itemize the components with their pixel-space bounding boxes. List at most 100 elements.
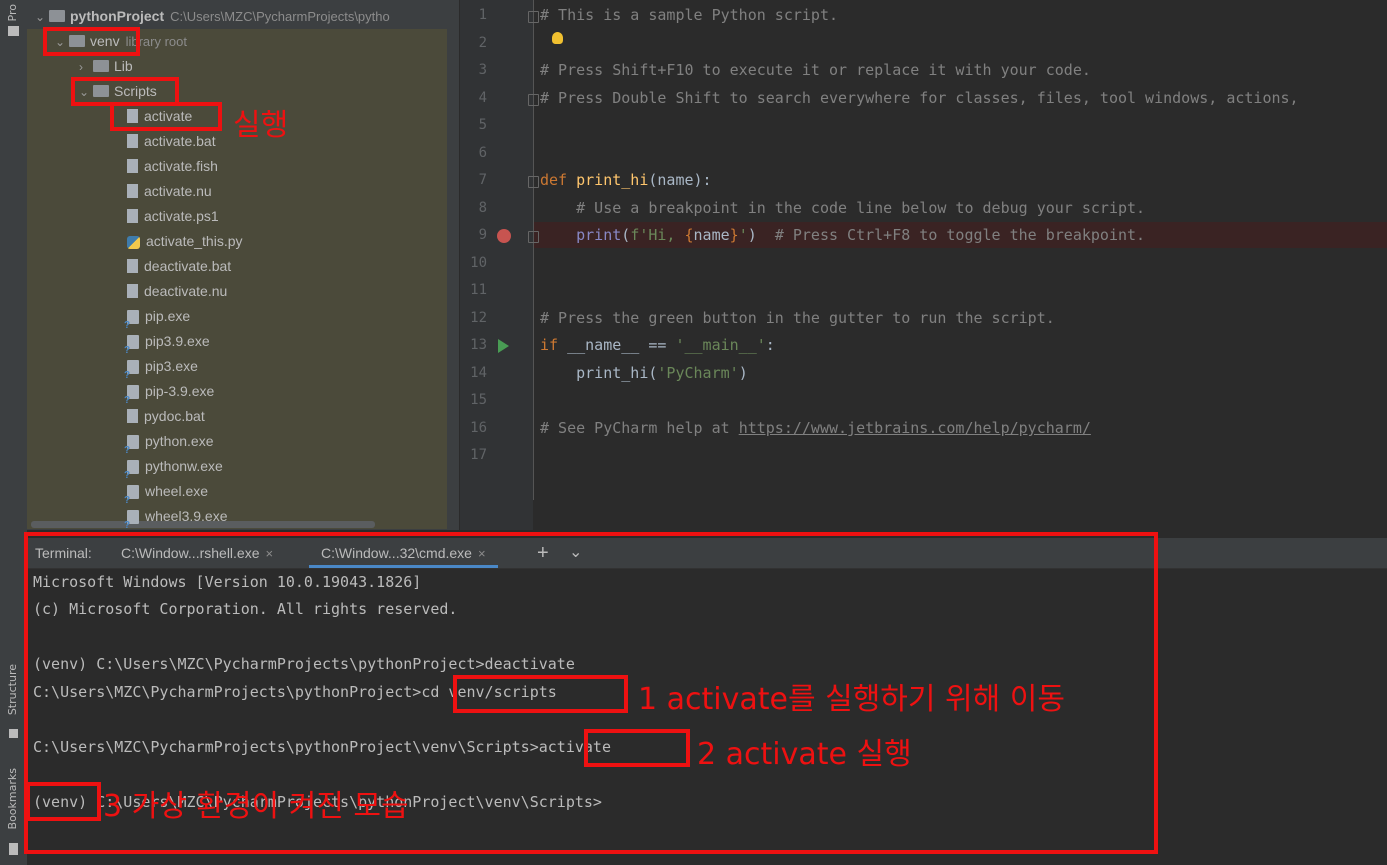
- bookmarks-tool-tab[interactable]: Bookmarks: [6, 768, 19, 829]
- file-label: activate.ps1: [144, 208, 219, 224]
- fold-marker-icon[interactable]: [528, 94, 539, 106]
- gutter-divider: [533, 0, 534, 500]
- fold-marker-icon[interactable]: [528, 231, 539, 243]
- lightbulb-icon[interactable]: [552, 32, 563, 44]
- text-file-icon: [127, 159, 138, 174]
- comment: # See PyCharm help at: [540, 419, 739, 437]
- unknown-file-icon: [124, 385, 139, 413]
- code-text: (: [621, 226, 631, 244]
- fold-marker-icon[interactable]: [528, 176, 539, 188]
- code-line-16: # See PyCharm help at https://www.jetbra…: [540, 419, 1091, 443]
- string: f'Hi,: [630, 226, 685, 244]
- annotation-run: 실행: [233, 108, 289, 143]
- unknown-file-icon: [124, 485, 139, 513]
- tree-file[interactable]: pythonw.exe: [124, 454, 223, 488]
- file-label: pydoc.bat: [144, 408, 205, 424]
- line-number: 12: [470, 310, 487, 326]
- code-line-8: # Use a breakpoint in the code line belo…: [540, 199, 1146, 217]
- code-line-3: # Press Shift+F10 to execute it or repla…: [540, 61, 1091, 79]
- tree-file[interactable]: pydoc.bat: [127, 404, 205, 429]
- string: 'PyCharm': [657, 364, 739, 382]
- file-label: wheel3.9.exe: [145, 508, 228, 524]
- tree-file[interactable]: activate_this.py: [127, 229, 243, 254]
- line-number: 1: [478, 7, 487, 23]
- builtin: print: [576, 226, 622, 244]
- code-text: ): [747, 226, 775, 244]
- tree-file[interactable]: wheel.exe: [124, 479, 209, 513]
- annotation-box-activate-cmd: [584, 729, 690, 767]
- line-number: 16: [470, 420, 487, 436]
- line-number: 14: [470, 365, 487, 381]
- code-line-4: # Press Double Shift to search everywher…: [540, 89, 1299, 107]
- annotation-box-venv: [43, 27, 140, 56]
- tree-file[interactable]: activate.ps1: [127, 204, 219, 229]
- tree-file[interactable]: pip.exe: [124, 304, 190, 338]
- code-editor[interactable]: 1 2 3 4 5 6 7 8 9 10 11 12 13 14 15 16 1…: [460, 0, 1387, 530]
- tree-file[interactable]: pip-3.9.exe: [124, 379, 215, 413]
- line-number: 13: [470, 337, 487, 353]
- tree-file[interactable]: deactivate.bat: [127, 254, 231, 279]
- tree-file[interactable]: wheel3.9.exe: [124, 504, 228, 530]
- annotation-box-venv-prompt: [26, 782, 101, 821]
- bookmark-icon[interactable]: [9, 843, 18, 855]
- code-text: }: [729, 226, 739, 244]
- breakpoint-icon[interactable]: [497, 229, 511, 243]
- code-line-9: print(f'Hi, {name}') # Press Ctrl+F8 to …: [540, 226, 1145, 250]
- line-number: 9: [478, 227, 487, 243]
- code-text: print_hi(: [540, 364, 658, 382]
- comment: # Press Ctrl+F8 to toggle the breakpoint…: [774, 226, 1146, 244]
- text-file-icon: [127, 209, 138, 224]
- tree-file[interactable]: activate.bat: [127, 129, 216, 154]
- tree-file[interactable]: deactivate.nu: [127, 279, 227, 304]
- structure-icon[interactable]: [9, 729, 18, 738]
- tree-file[interactable]: python.exe: [124, 429, 214, 463]
- tree-file[interactable]: activate.fish: [127, 154, 218, 179]
- string: '__main__': [675, 336, 766, 354]
- code-text: name: [693, 226, 730, 244]
- file-label: python.exe: [145, 433, 214, 449]
- line-number: 8: [478, 200, 487, 216]
- tree-root[interactable]: ⌄ pythonProject C:\Users\MZC\PycharmProjec…: [35, 4, 390, 29]
- code-text: :: [765, 336, 775, 354]
- root-name: pythonProject: [70, 8, 165, 24]
- file-label: activate.bat: [144, 133, 216, 149]
- file-label: pip3.9.exe: [145, 333, 210, 349]
- unknown-file-icon: [124, 435, 139, 463]
- file-label: pythonw.exe: [145, 458, 223, 474]
- fold-marker-icon[interactable]: [528, 11, 539, 23]
- string: ': [738, 226, 748, 244]
- folder-icon: [49, 10, 65, 23]
- project-tool-tab[interactable]: Pro: [6, 4, 19, 21]
- file-label: wheel.exe: [145, 483, 209, 499]
- function-name: print_hi: [576, 171, 649, 189]
- unknown-file-icon: [124, 335, 139, 363]
- code-line-13: if __name__ == '__main__':: [540, 336, 775, 360]
- root-path: C:\Users\MZC\PycharmProjects\pytho: [170, 9, 390, 24]
- line-number: 5: [478, 117, 487, 133]
- file-label: activate.nu: [144, 183, 212, 199]
- text-file-icon: [127, 409, 138, 424]
- unknown-file-icon: [124, 510, 139, 530]
- run-icon[interactable]: [498, 339, 509, 353]
- line-number: 7: [478, 172, 487, 188]
- code-text: __name__ ==: [558, 336, 676, 354]
- tree-file[interactable]: activate.nu: [127, 179, 212, 204]
- file-label: pip-3.9.exe: [145, 383, 215, 399]
- file-label: deactivate.bat: [144, 258, 232, 274]
- text-file-icon: [127, 184, 138, 199]
- structure-tool-tab[interactable]: Structure: [6, 664, 19, 715]
- line-number: 6: [478, 145, 487, 161]
- line-number: 2: [478, 35, 487, 51]
- tree-file[interactable]: pip3.9.exe: [124, 329, 210, 363]
- code-line-12: # Press the green button in the gutter t…: [540, 309, 1055, 327]
- lib-label: Lib: [114, 58, 133, 74]
- line-number: 17: [470, 447, 487, 463]
- code-text: (name):: [648, 171, 712, 189]
- tree-lib[interactable]: › Lib: [79, 54, 133, 79]
- tree-file[interactable]: pip3.exe: [124, 354, 198, 388]
- project-icon[interactable]: [8, 26, 19, 36]
- help-link[interactable]: https://www.jetbrains.com/help/pycharm/: [739, 419, 1091, 437]
- line-number: 11: [470, 282, 487, 298]
- annotation-step1: 1 activate를 실행하기 위해 이동: [638, 682, 1065, 717]
